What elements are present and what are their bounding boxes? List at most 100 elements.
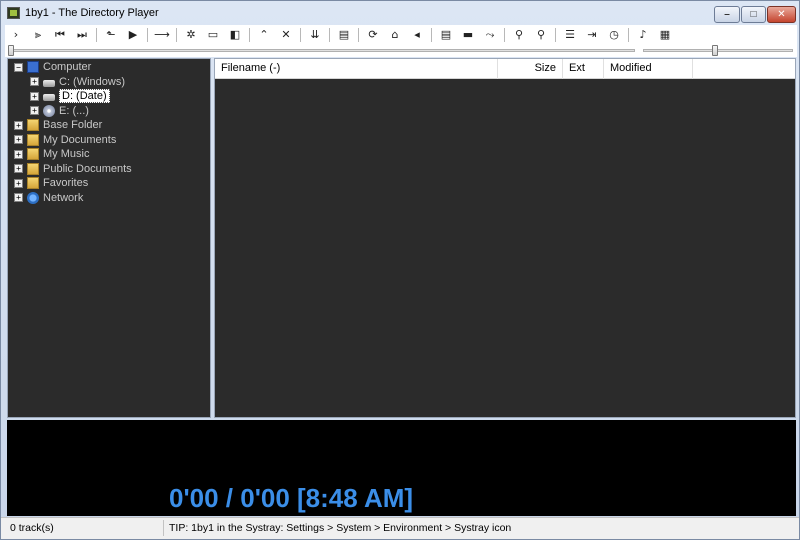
tree-item[interactable]: + Base Folder [14, 118, 102, 132]
column-size[interactable]: Size [498, 59, 563, 79]
tree-item-label: Computer [43, 61, 92, 73]
folder-up-icon[interactable]: ⬑ [102, 27, 120, 43]
computer-icon [27, 61, 39, 73]
folder-icon [27, 119, 39, 131]
expand-icon[interactable]: + [14, 135, 23, 144]
tree-item[interactable]: + E: (...) [30, 104, 89, 118]
tree-item[interactable]: + Public Documents [14, 162, 132, 176]
insert-icon[interactable]: ⇥ [583, 27, 601, 43]
volume-slider[interactable] [643, 49, 793, 52]
maximize-button[interactable]: □ [741, 6, 766, 23]
maximize-icon: □ [750, 9, 757, 20]
column-filler [693, 59, 795, 79]
playlist-icon[interactable]: ▤ [437, 27, 455, 43]
app-icon [7, 7, 20, 19]
status-bar: 0 track(s) TIP: 1by1 in the Systray: Set… [1, 517, 799, 539]
tree-item-label: My Music [43, 148, 90, 160]
expand-icon[interactable]: + [14, 178, 23, 188]
grid-icon[interactable]: ▦ [656, 27, 674, 43]
toolbar-separator [147, 27, 148, 42]
file-list[interactable]: Filename (-) Size Ext Modified [214, 58, 796, 418]
column-ext[interactable]: Ext [563, 59, 604, 79]
tree-item[interactable]: − Computer [14, 60, 91, 74]
tree-item-label: Public Documents [43, 162, 132, 175]
volume-icon[interactable]: ◂ [408, 27, 426, 43]
expand-icon[interactable]: + [14, 193, 23, 202]
volume-slider-thumb[interactable] [712, 45, 718, 56]
folder-icon [27, 177, 39, 189]
stop-icon[interactable]: ✕ [277, 27, 295, 43]
close-icon: ✕ [777, 9, 786, 20]
column-modified[interactable]: Modified [604, 59, 693, 79]
tree-item[interactable]: + Network [14, 191, 83, 205]
close-button[interactable]: ✕ [767, 6, 796, 23]
drive-icon [43, 94, 55, 101]
refresh-icon[interactable]: ⟳ [364, 27, 382, 43]
title-bar: 1by1 - The Directory Player – □ ✕ [1, 1, 799, 25]
tree-item[interactable]: + C: (Windows) [30, 75, 125, 89]
home-icon[interactable]: ⌂ [386, 27, 404, 43]
toolbar-separator [300, 27, 301, 42]
column-filename[interactable]: Filename (-) [215, 59, 498, 79]
tree-item-label: Base Folder [43, 119, 103, 131]
network-icon [27, 191, 39, 204]
up-icon[interactable]: ⌃ [255, 27, 273, 43]
options-icon[interactable]: ☰ [561, 27, 579, 43]
clock-icon[interactable]: ◷ [605, 27, 623, 43]
collapse-icon[interactable]: − [14, 62, 23, 72]
wave-icon[interactable]: ⤳ [481, 27, 499, 43]
prev-track-icon[interactable]: ⏮ [51, 27, 69, 43]
expand-icon[interactable]: + [14, 149, 23, 159]
folder-icon [27, 148, 39, 160]
music-note-icon[interactable]: ♪ [634, 27, 652, 43]
seek-slider[interactable] [11, 49, 635, 52]
tree-item[interactable]: + Favorites [14, 176, 88, 190]
tree-item-label: Favorites [43, 177, 89, 189]
play-icon[interactable]: › [7, 27, 25, 43]
folder-icon [27, 162, 39, 175]
tree-item-label: D: (Date) [59, 89, 110, 103]
folder-tree[interactable]: − Computer + C: (Windows) + D: (Date) + E: (...… [7, 58, 211, 418]
next-track-icon[interactable]: ⏭ [73, 27, 91, 43]
tree-item-label: E: (...) [59, 104, 89, 117]
search-icon[interactable]: ⚲ [510, 27, 528, 43]
minimize-button[interactable]: – [714, 6, 740, 23]
tree-item-label: My Documents [43, 133, 117, 146]
sort-down-icon[interactable]: ⇊ [306, 27, 324, 43]
play-next-icon[interactable]: ⫸ [29, 27, 47, 43]
tree-item-label: C: (Windows) [59, 75, 126, 88]
bar-icon[interactable]: ▬ [459, 27, 477, 43]
window-title: 1by1 - The Directory Player [25, 7, 159, 19]
tree-item[interactable]: + D: (Date) [30, 89, 110, 103]
search-folder-icon[interactable]: ⚲ [532, 27, 550, 43]
player-display: 0'00 / 0'00 [8:48 AM] [7, 420, 796, 516]
tree-item-label: Network [43, 191, 84, 204]
expand-icon[interactable]: + [14, 164, 23, 173]
goto-icon[interactable]: ⟶ [153, 27, 171, 43]
expand-icon[interactable]: + [14, 120, 23, 130]
toolbar-separator [96, 27, 97, 42]
folder-play-icon[interactable]: ▶ [124, 27, 142, 43]
app-window: 1by1 - The Directory Player – □ ✕ › ⫸ ⏮ ⏭ ⬑ ▶… [0, 0, 800, 540]
seek-slider-thumb[interactable] [8, 45, 14, 56]
list-view-icon[interactable]: ▤ [335, 27, 353, 43]
toolbar-separator [329, 27, 330, 42]
drive-icon [43, 79, 55, 87]
cd-drive-icon [43, 104, 55, 117]
toolbar: › ⫸ ⏮ ⏭ ⬑ ▶ ⟶ ✲ ▭ ◧ ⌃ ✕ ⇊ ▤ ⟳ ⌂ ◂ ▤ ▬ ⤳ ⚲ ⚲ ☰ ⇥ ◷ ♪ ▦ [5, 25, 797, 44]
expand-icon[interactable]: + [30, 91, 39, 101]
expand-icon[interactable]: + [30, 106, 39, 115]
toolbar-separator [431, 27, 432, 42]
toolbar-separator [176, 27, 177, 42]
status-tip: TIP: 1by1 in the Systray: Settings > Sys… [169, 522, 512, 534]
window-icon[interactable]: ▭ [204, 27, 222, 43]
layout-icon[interactable]: ◧ [226, 27, 244, 43]
toolbar-separator [358, 27, 359, 42]
tree-item[interactable]: + My Documents [14, 133, 116, 147]
toolbar-separator [249, 27, 250, 42]
toolbar-separator [628, 27, 629, 42]
settings-icon[interactable]: ✲ [182, 27, 200, 43]
tree-item[interactable]: + My Music [14, 147, 89, 161]
expand-icon[interactable]: + [30, 77, 39, 86]
status-divider [163, 520, 164, 536]
